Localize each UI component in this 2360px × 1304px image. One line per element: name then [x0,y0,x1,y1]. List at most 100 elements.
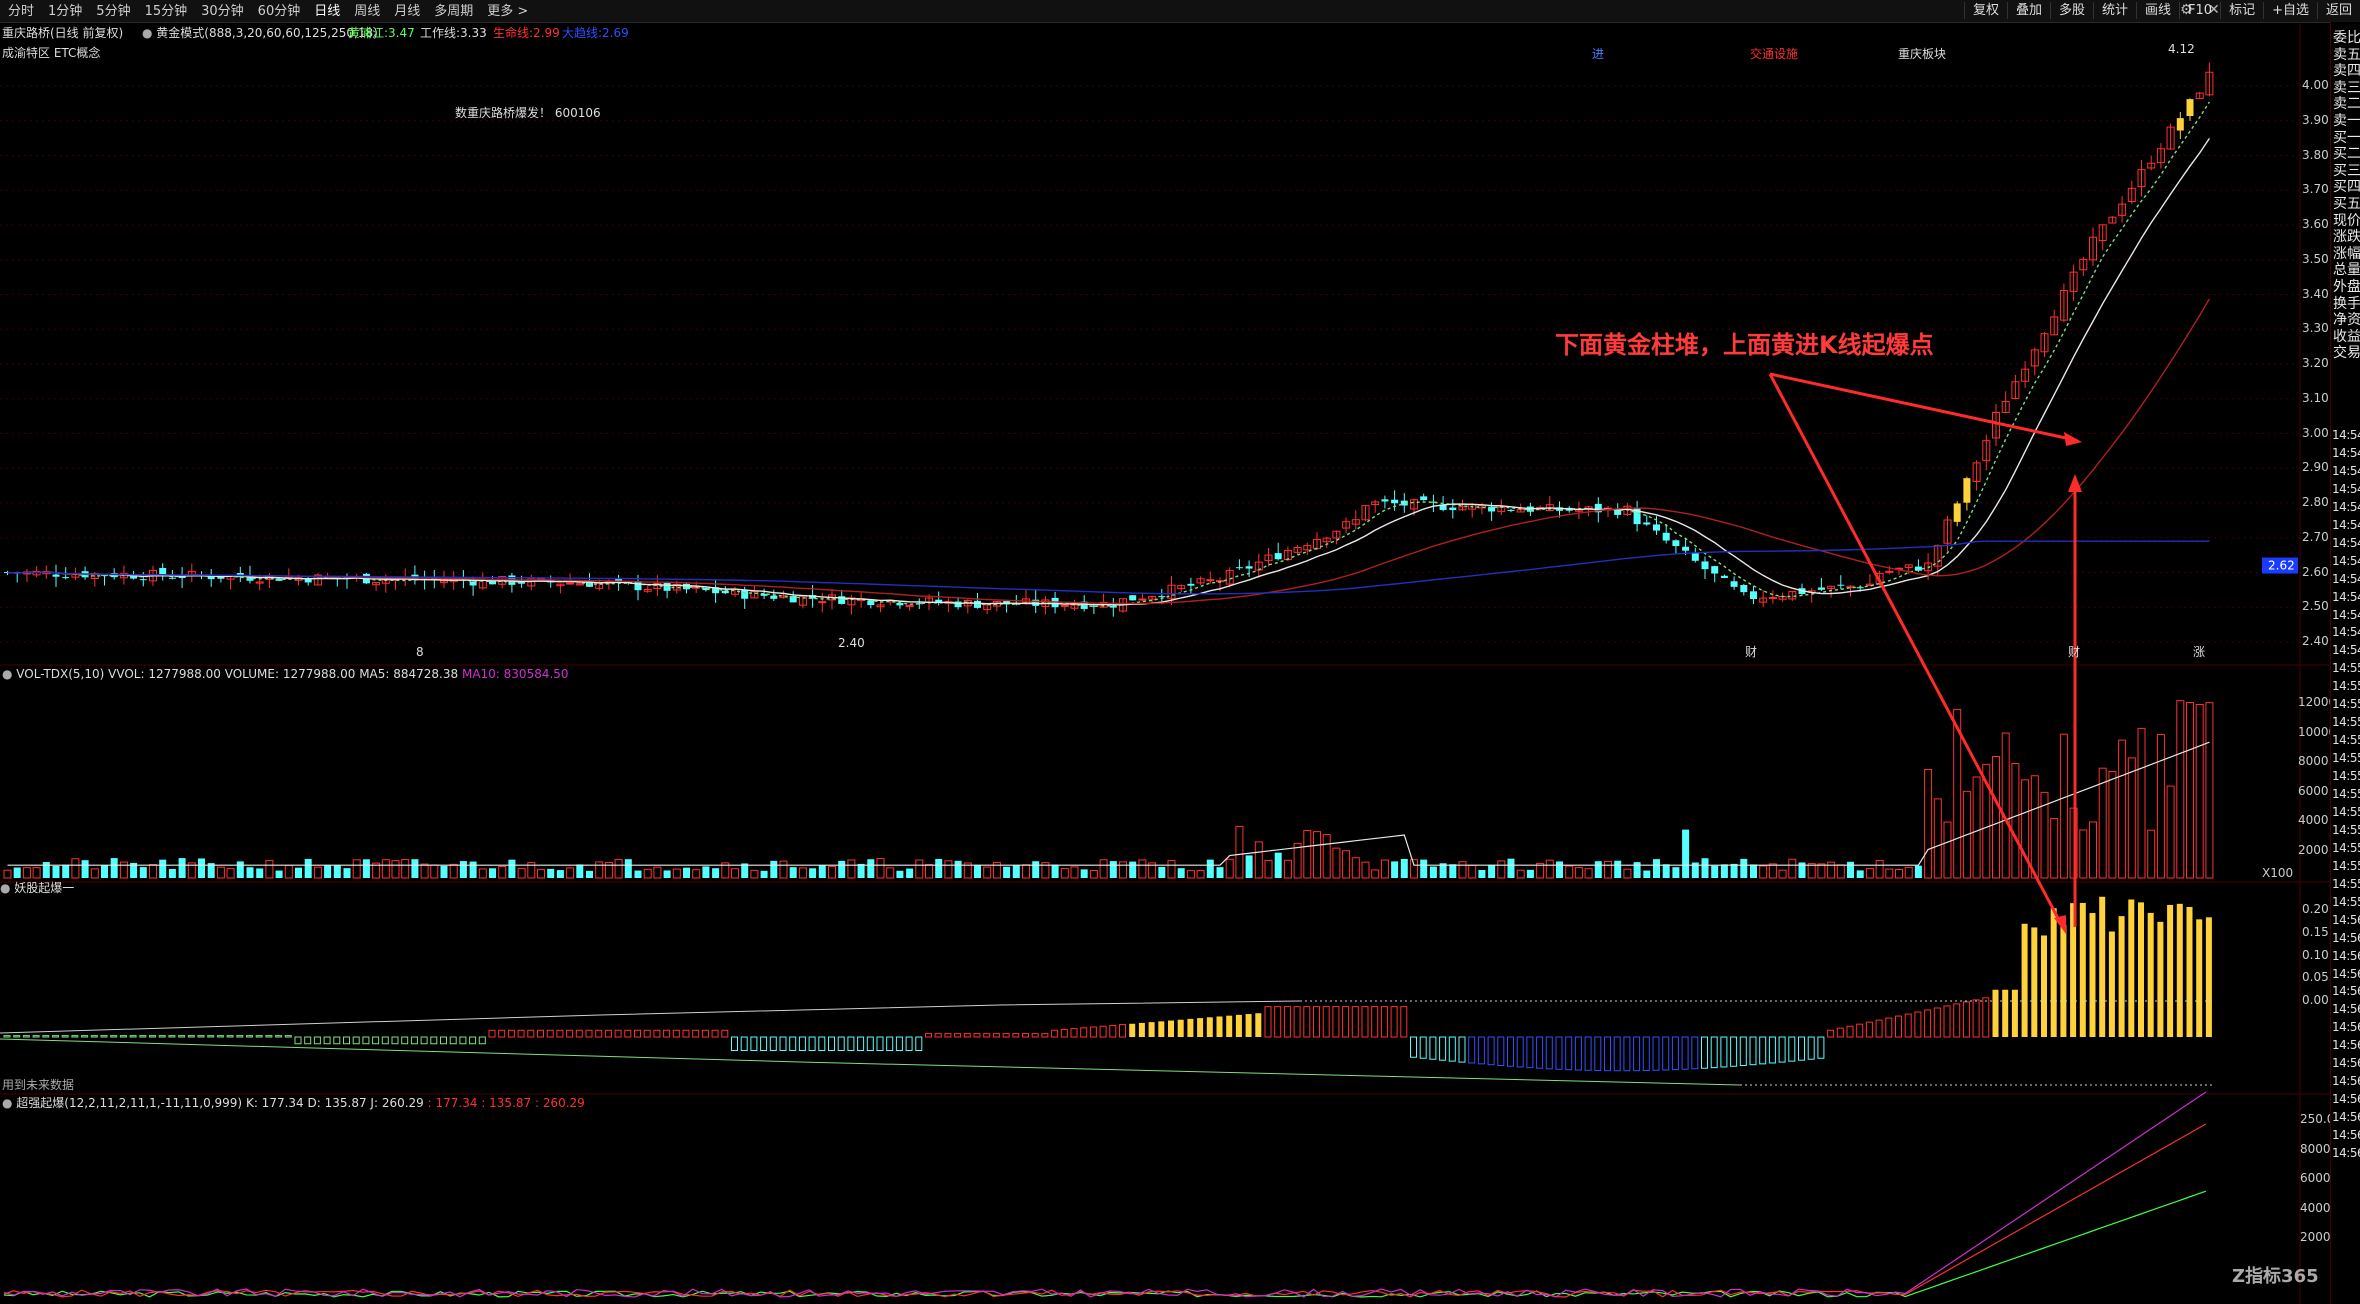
tab-daily[interactable]: 日线 [308,2,346,21]
tab-60min[interactable]: 60分钟 [252,2,307,21]
signal-bar [1322,1006,1330,1038]
tab-more[interactable]: 更多 > [481,2,534,21]
tab-15min[interactable]: 15分钟 [139,2,194,21]
ind3-header: ● 超强起爆(12,2,11,2,11,1,-11,11,0,999) K: 1… [2,1096,585,1110]
volume-bar [2176,700,2185,879]
signal-bar [139,1035,147,1038]
trade-time: 14:55 [2332,804,2360,819]
signal-bar [304,1036,312,1045]
trade-time: 14:54 [2332,499,2360,514]
price-axis-tick: 3.30 [2302,321,2329,336]
add-watchlist-button[interactable]: +自选 [2263,2,2317,19]
signal-bar [1439,1036,1447,1061]
volume-bar [1129,861,1137,878]
signal-bar [90,1035,98,1038]
trade-time: 14:56 [2332,948,2360,963]
tab-fenshi[interactable]: 分时 [2,2,40,21]
signal-bar [2060,924,2067,1037]
volume-bar [1342,850,1351,879]
candle-body [1740,585,1748,593]
tab-5min[interactable]: 5分钟 [90,2,136,21]
period-tabs: 分时 1分钟 5分钟 15分钟 30分钟 60分钟 日线 周线 月线 多周期 更… [2,2,534,21]
volume-bar [1216,867,1224,878]
signal-bar [2031,927,2038,1037]
period-toolbar: 分时 1分钟 5分钟 15分钟 30分钟 60分钟 日线 周线 月线 多周期 更… [0,0,2360,23]
candle-body [1449,507,1457,511]
trade-time: 14:54 [2332,535,2360,550]
tab-monthly[interactable]: 月线 [388,2,426,21]
signal-bar [769,1036,777,1051]
signal-bar [13,1035,21,1038]
signal-bar [595,1029,603,1038]
volume-bar [595,861,604,879]
trade-time: 14:54 [2332,481,2360,496]
volume-bar [1400,858,1408,878]
signal-bar [1681,1036,1689,1070]
signal-axis-tick: 0.15 [2302,924,2329,939]
back-button[interactable]: 返回 [2316,2,2360,19]
trade-time: 14:56 [2332,1056,2360,1071]
signal-bar [1012,1033,1020,1038]
signal-bar [692,1029,700,1038]
volume-bar [1875,859,1884,879]
signal-bar [430,1036,438,1045]
stats-button[interactable]: 统计 [2093,2,2136,19]
candle-body [52,574,60,577]
volume-bar [62,864,70,878]
trade-time: 14:56 [2332,1020,2360,1035]
volume-bar [1788,858,1797,879]
signal-bar [1371,1006,1379,1038]
signal-bar [1904,1013,1912,1038]
overlay-button[interactable]: 叠加 [2006,2,2050,19]
trade-time: 14:55 [2332,697,2360,712]
f10-button[interactable]: F10 [2179,2,2220,19]
signal-bar [944,1033,952,1038]
kdj-axis-tick: 4000 [2300,1200,2331,1215]
volume-bar [1391,861,1399,878]
candle-body [1711,566,1719,574]
candle-body [1682,546,1690,551]
signal-bar [1448,1036,1456,1062]
signal-bar [1187,1018,1194,1037]
volume-bar [1865,868,1874,879]
volume-bar [71,858,80,879]
candle-body [139,579,147,581]
volume-bar [1351,857,1360,879]
calendar-marker: 财 [2068,645,2080,659]
quote-side-panel: 委比 卖五 卖四 卖三 卖二 卖一 买一 买二 买三 买四 买五 现价 涨跌 涨幅 总量 外盘 换手 净资 收益 交易… [2330,22,2360,1304]
signal-bar [857,1036,865,1051]
quote-label: 净资 [2333,312,2360,329]
volume-bar [867,859,875,878]
signal-bar [2205,917,2212,1037]
volume-bar [324,864,332,878]
indicator-dot-icon: ● [0,881,15,895]
volume-bar [1371,869,1380,879]
trade-time: 14:55 [2332,769,2360,784]
tab-1min[interactable]: 1分钟 [42,2,88,21]
volume-bar [1264,859,1273,879]
quote-label: 买五 [2333,196,2360,212]
multi-stock-button[interactable]: 多股 [2049,2,2093,19]
signal-bar [954,1033,962,1038]
signal-bar [1962,1001,1970,1038]
volume-bar [731,868,739,879]
signal-bar [1613,1036,1621,1072]
tab-30min[interactable]: 30分钟 [195,2,250,21]
volume-bar [236,861,244,878]
signal-bar [2186,906,2193,1037]
signal-bar [546,1029,554,1038]
tab-weekly[interactable]: 周线 [348,2,386,21]
low-price-label: 2.40 [838,636,865,650]
tab-multi-period[interactable]: 多周期 [428,2,479,21]
signal-bar [1914,1011,1922,1038]
candle-body [1060,604,1069,607]
price-axis-tick: 3.10 [2302,390,2329,405]
mark-button[interactable]: 标记 [2220,2,2263,19]
volume-bar [809,868,817,878]
fuquan-button[interactable]: 复权 [1963,2,2007,19]
signal-bar [81,1035,89,1038]
signal-bar [1206,1017,1213,1037]
kline-chart[interactable]: 8 财 财 涨 2.62 [0,22,2330,1304]
trade-time: 14:55 [2332,751,2360,766]
draw-button[interactable]: 画线 [2136,2,2179,19]
